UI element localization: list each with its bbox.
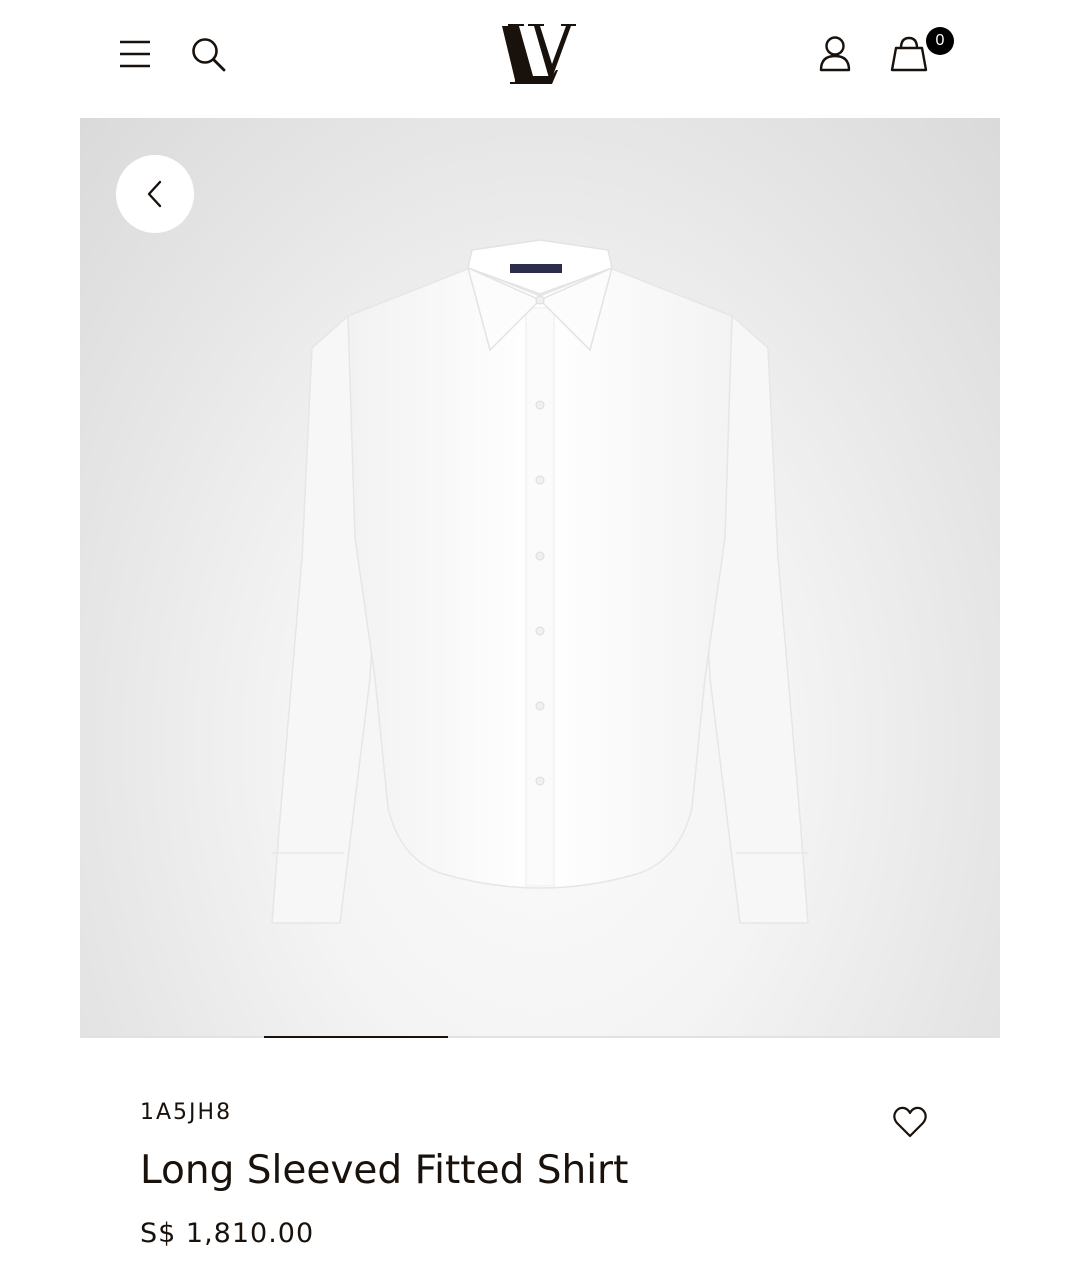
menu-button[interactable]: [118, 38, 152, 70]
product-sku: 1A5JH8: [140, 1100, 233, 1125]
wishlist-button[interactable]: [892, 1105, 928, 1139]
previous-image-button[interactable]: [116, 155, 194, 233]
shopping-bag-icon: [890, 36, 928, 72]
search-icon: [192, 38, 226, 72]
bag-count-badge: 0: [926, 27, 954, 55]
chevron-left-icon: [147, 180, 162, 208]
gallery-progress-bar: [80, 1036, 1000, 1038]
shopping-bag-button[interactable]: [888, 34, 930, 74]
brand-logo[interactable]: [500, 18, 580, 90]
search-button[interactable]: [190, 36, 228, 74]
product-name: Long Sleeved Fitted Shirt: [140, 1148, 629, 1193]
product-price: S$ 1,810.00: [140, 1218, 315, 1249]
product-image: [271, 239, 809, 924]
account-button[interactable]: [815, 34, 855, 74]
user-icon: [819, 36, 851, 72]
heart-icon: [893, 1106, 927, 1138]
hamburger-menu-icon: [120, 40, 150, 68]
product-gallery[interactable]: [80, 118, 1000, 1036]
lv-logo-icon: [502, 24, 576, 84]
header: 0: [0, 0, 1080, 118]
gallery-progress-indicator: [264, 1036, 448, 1038]
